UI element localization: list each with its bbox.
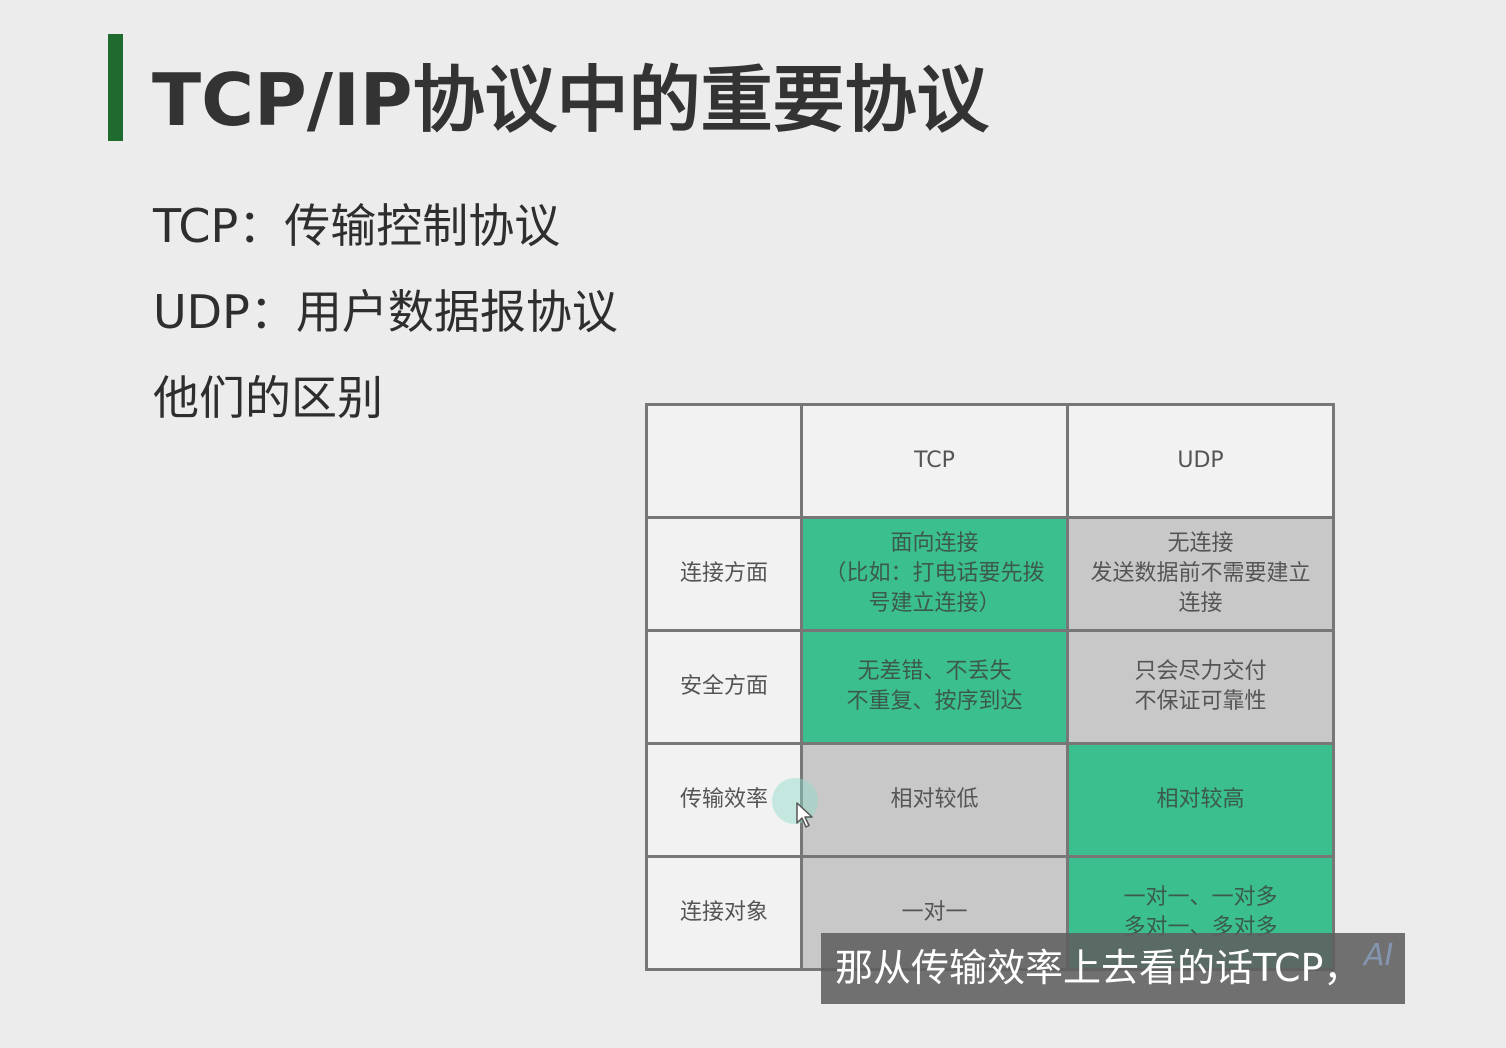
- udp-efficiency-cell: 相对较高: [1066, 742, 1335, 858]
- udp-connection-cell: 无连接 发送数据前不需要建立 连接: [1066, 516, 1335, 632]
- table-row: 安全方面 无差错、不丢失 不重复、按序到达 只会尽力交付 不保证可靠性: [645, 629, 1335, 745]
- table-row: 连接方面 面向连接 （比如：打电话要先拨 号建立连接） 无连接 发送数据前不需要…: [645, 516, 1335, 632]
- cell-line: 一对一: [901, 900, 968, 925]
- tcp-connection-cell: 面向连接 （比如：打电话要先拨 号建立连接）: [800, 516, 1069, 632]
- row-label: 连接对象: [645, 855, 803, 971]
- difference-heading: 他们的区别: [153, 371, 383, 425]
- cell-line: 只会尽力交付: [1134, 659, 1267, 684]
- cell-line: （比如：打电话要先拨: [824, 561, 1045, 586]
- cell-line: 号建立连接）: [868, 591, 1001, 616]
- table-header-row: TCP UDP: [645, 403, 1335, 519]
- cell-line: 相对较低: [890, 787, 979, 812]
- row-label: 安全方面: [645, 629, 803, 745]
- cell-line: 不保证可靠性: [1134, 689, 1267, 714]
- video-subtitle: 那从传输效率上去看的话TCP，: [821, 933, 1405, 1004]
- tcp-security-cell: 无差错、不丢失 不重复、按序到达: [800, 629, 1069, 745]
- slide-title: TCP/IP协议中的重要协议: [152, 58, 989, 142]
- header-tcp: TCP: [800, 403, 1069, 519]
- mouse-pointer-icon: [796, 802, 813, 828]
- tcp-definition: TCP：传输控制协议: [153, 199, 561, 253]
- ai-watermark: AI: [1364, 938, 1394, 973]
- cell-line: 无差错、不丢失: [857, 659, 1012, 684]
- comparison-table: TCP UDP 连接方面 面向连接 （比如：打电话要先拨 号建立连接） 无连接 …: [645, 403, 1335, 971]
- cell-line: 连接: [1178, 591, 1223, 616]
- cell-line: 一对一、一对多: [1123, 885, 1278, 910]
- udp-security-cell: 只会尽力交付 不保证可靠性: [1066, 629, 1335, 745]
- cell-line: 相对较高: [1156, 787, 1245, 812]
- tcp-efficiency-cell: 相对较低: [800, 742, 1069, 858]
- header-corner-cell: [645, 403, 803, 519]
- row-label: 连接方面: [645, 516, 803, 632]
- header-udp: UDP: [1066, 403, 1335, 519]
- table-row: 传输效率 相对较低 相对较高: [645, 742, 1335, 858]
- cell-line: 发送数据前不需要建立: [1090, 561, 1311, 586]
- udp-definition: UDP：用户数据报协议: [153, 285, 618, 339]
- cell-line: 面向连接: [890, 531, 979, 556]
- title-accent-bar: [108, 34, 123, 141]
- cell-line: 无连接: [1167, 531, 1234, 556]
- cell-line: 不重复、按序到达: [846, 689, 1023, 714]
